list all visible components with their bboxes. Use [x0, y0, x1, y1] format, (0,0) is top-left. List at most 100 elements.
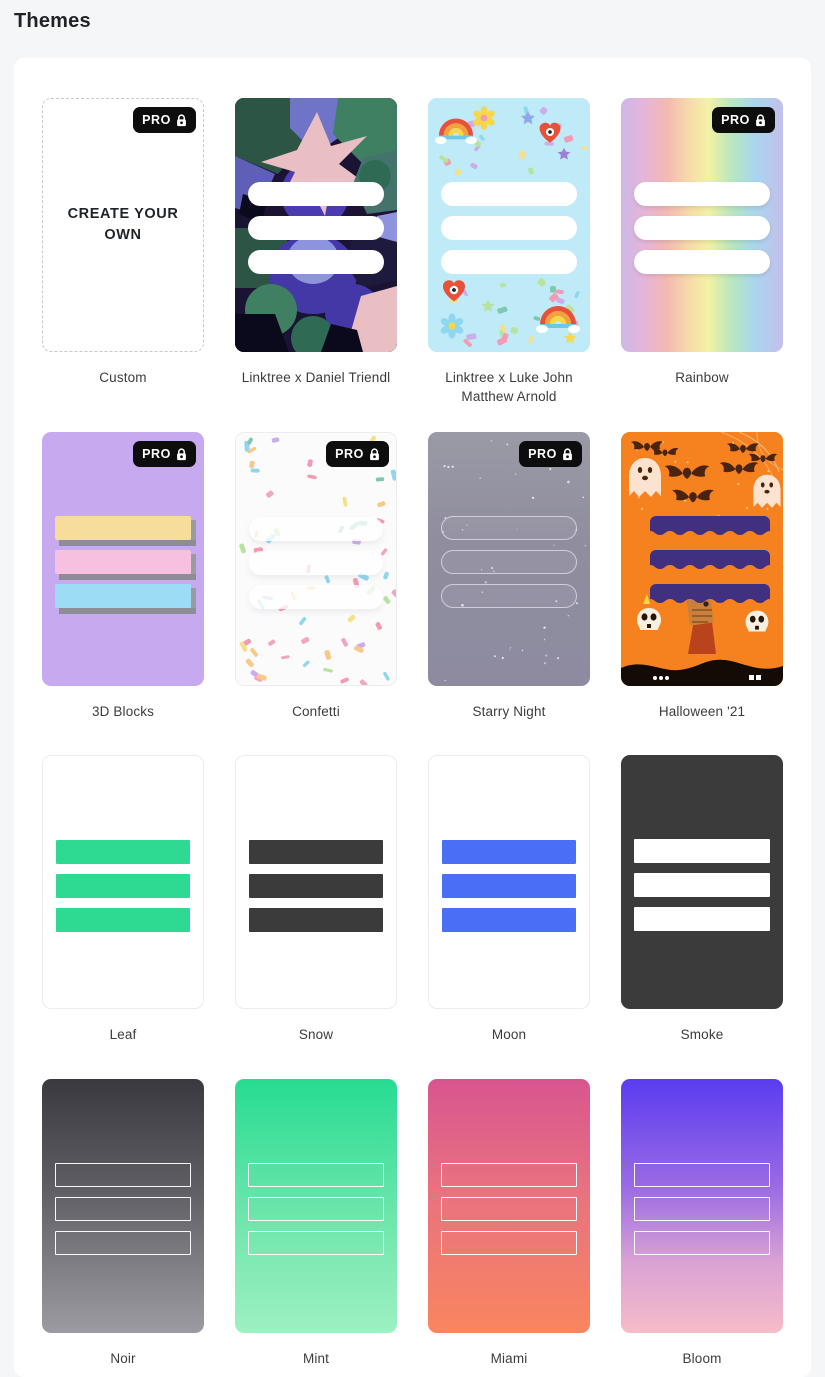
theme-name: Mint	[302, 1350, 330, 1366]
theme-item[interactable]: Smoke	[621, 755, 783, 1078]
theme-thumbnail[interactable]	[42, 1078, 204, 1333]
theme-thumbnail[interactable]	[235, 98, 397, 352]
theme-name: Snow	[298, 1027, 334, 1043]
theme-name: Halloween '21	[658, 704, 746, 720]
theme-bar	[634, 182, 770, 206]
theme-bars	[634, 839, 770, 932]
lock-icon	[756, 113, 765, 126]
theme-thumbnail[interactable]: PRO	[42, 432, 204, 687]
theme-bar	[248, 216, 384, 240]
themes-grid: CREATE YOUR OWN PRO Custom Linktree x Daniel…	[14, 58, 811, 1377]
theme-item[interactable]: PRO Rainbow	[621, 98, 783, 432]
theme-bar	[55, 516, 196, 547]
theme-card-preview[interactable]	[235, 1078, 397, 1333]
theme-bars	[248, 1162, 384, 1255]
theme-bars	[442, 840, 576, 933]
theme-bar	[249, 908, 383, 933]
theme-bar	[249, 585, 383, 610]
theme-thumbnail[interactable]	[42, 755, 204, 1010]
theme-bar	[55, 1196, 191, 1221]
theme-bars	[249, 517, 383, 610]
theme-bar	[634, 839, 770, 864]
theme-item[interactable]: Noir	[42, 1078, 204, 1377]
pro-badge-label: PRO	[335, 447, 364, 462]
theme-bar	[55, 584, 196, 615]
theme-bar	[248, 182, 384, 206]
pro-badge-label: PRO	[142, 113, 171, 127]
theme-bar	[248, 1230, 384, 1255]
theme-name: Starry Night	[472, 704, 546, 720]
theme-bar	[640, 584, 770, 604]
create-your-own-label: CREATE YOUR OWN	[67, 205, 179, 243]
theme-item[interactable]: CREATE YOUR OWN PRO Custom	[42, 98, 204, 432]
theme-thumbnail[interactable]: PRO	[428, 432, 590, 687]
theme-card-preview[interactable]	[42, 1078, 204, 1333]
theme-item[interactable]: Halloween '21	[621, 432, 783, 755]
theme-thumbnail[interactable]	[621, 1078, 783, 1333]
theme-bar	[634, 873, 770, 898]
theme-bars	[248, 182, 384, 274]
theme-bars	[56, 840, 190, 933]
theme-card-preview[interactable]	[428, 1078, 590, 1333]
theme-card-preview[interactable]	[428, 755, 590, 1010]
theme-card-custom[interactable]: CREATE YOUR OWN	[42, 98, 204, 352]
theme-thumbnail[interactable]	[428, 1078, 590, 1333]
theme-card-preview[interactable]	[235, 98, 397, 352]
theme-bar	[249, 840, 383, 865]
theme-bar	[640, 550, 770, 570]
theme-bar	[441, 584, 577, 609]
lock-icon	[370, 448, 379, 460]
theme-item[interactable]: Miami	[428, 1078, 590, 1377]
theme-bar	[442, 874, 576, 899]
theme-card-preview[interactable]	[42, 432, 204, 687]
theme-card-preview[interactable]	[235, 432, 397, 687]
theme-bar	[55, 1230, 191, 1255]
theme-bars	[249, 840, 383, 933]
theme-thumbnail[interactable]	[428, 98, 590, 352]
pro-badge: PRO	[519, 441, 582, 468]
theme-item[interactable]: Bloom	[621, 1078, 783, 1377]
theme-card-preview[interactable]	[235, 755, 397, 1010]
theme-card-preview[interactable]	[621, 432, 783, 687]
theme-card-preview[interactable]	[42, 755, 204, 1010]
theme-bar	[441, 216, 577, 240]
theme-thumbnail[interactable]: PRO	[235, 432, 397, 687]
theme-name: Moon	[491, 1027, 527, 1043]
theme-name: Rainbow	[675, 370, 729, 385]
page-title: Themes	[14, 10, 91, 32]
theme-thumbnail[interactable]	[621, 755, 783, 1010]
theme-thumbnail[interactable]	[235, 755, 397, 1010]
theme-bars	[55, 1162, 191, 1255]
theme-item[interactable]: Leaf	[42, 755, 204, 1078]
theme-item[interactable]: PRO 3D Blocks	[42, 432, 204, 755]
lock-icon	[177, 113, 186, 126]
theme-card-preview[interactable]	[621, 98, 783, 352]
theme-bar	[634, 1230, 770, 1255]
theme-card-preview[interactable]	[428, 432, 590, 687]
theme-bars	[441, 516, 577, 609]
theme-bar	[442, 908, 576, 933]
theme-item[interactable]: Linktree x Daniel Triendl	[235, 98, 397, 432]
theme-item[interactable]: Snow	[235, 755, 397, 1078]
theme-item[interactable]: PRO Starry Night	[428, 432, 590, 755]
theme-thumbnail[interactable]: PRO	[621, 98, 783, 352]
theme-item[interactable]: Linktree x Luke John Matthew Arnold	[428, 98, 590, 432]
theme-card-preview[interactable]	[621, 1078, 783, 1333]
theme-thumbnail[interactable]: CREATE YOUR OWN PRO	[42, 98, 204, 352]
theme-bar	[56, 908, 190, 933]
theme-thumbnail[interactable]	[621, 432, 783, 687]
theme-bars	[634, 1162, 770, 1255]
theme-thumbnail[interactable]	[428, 755, 590, 1010]
theme-thumbnail[interactable]	[235, 1078, 397, 1333]
lock-icon	[563, 448, 572, 460]
theme-item[interactable]: Moon	[428, 755, 590, 1078]
theme-item[interactable]: PRO Confetti	[235, 432, 397, 755]
theme-card-preview[interactable]	[621, 755, 783, 1010]
theme-card-preview[interactable]	[428, 98, 590, 352]
pro-badge: PRO	[712, 107, 775, 133]
theme-bar	[634, 250, 770, 274]
theme-name: Smoke	[680, 1027, 724, 1043]
theme-bars	[634, 182, 770, 274]
theme-bar	[634, 1162, 770, 1187]
theme-item[interactable]: Mint	[235, 1078, 397, 1377]
